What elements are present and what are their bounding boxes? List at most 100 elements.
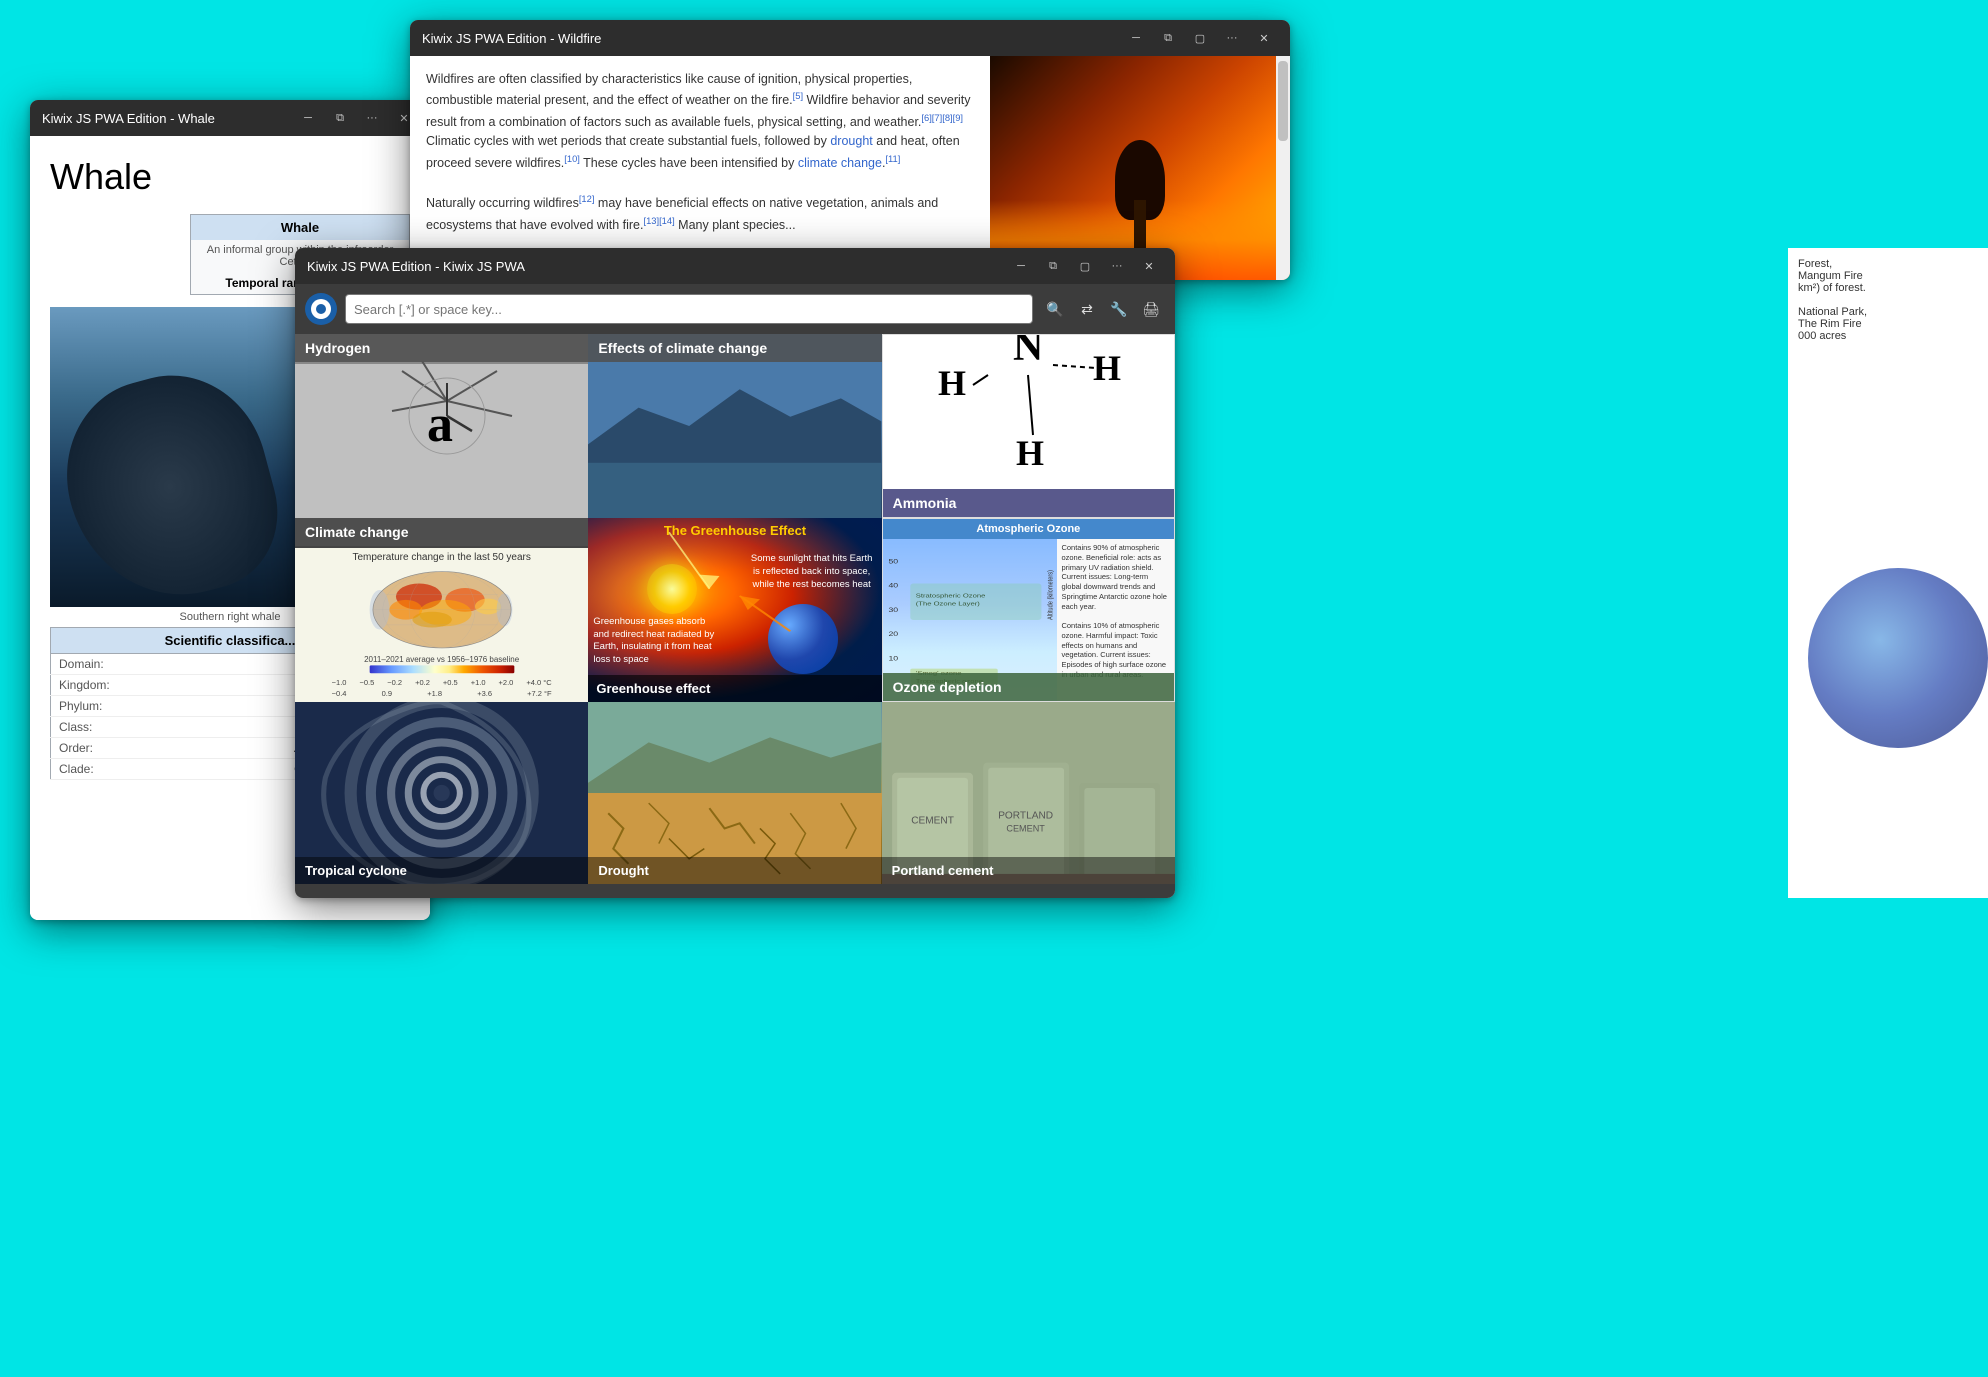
wildfire-scrollbar[interactable] xyxy=(1276,56,1290,280)
grid-item-effects-climate[interactable]: Effects of climate change xyxy=(588,334,881,518)
wildfire-content: Wildfires are often classified by charac… xyxy=(410,56,1290,280)
heatmap-title: Temperature change in the last 50 years xyxy=(352,552,530,563)
kiwix-maximize-button[interactable]: ▢ xyxy=(1071,252,1099,280)
classification-phylum-label: Phylum: xyxy=(51,696,287,717)
scale-f-5: +7.2 °F xyxy=(527,689,551,698)
wildfire-close-button[interactable]: ✕ xyxy=(1250,24,1278,52)
bond-bottom xyxy=(1028,375,1033,435)
grid-item-climate-change[interactable]: Climate change Temperature change in the… xyxy=(295,518,588,702)
kiwix-toolbar: 🔍 ⇄ 🔧 🖨 xyxy=(295,284,1175,334)
wildfire-options-button[interactable]: ··· xyxy=(1218,24,1246,52)
scale-f-4: +3.6 xyxy=(477,689,492,698)
kiwix-restore-button[interactable]: ⧉ xyxy=(1039,252,1067,280)
kiwix-minimize-button[interactable]: ─ xyxy=(1007,252,1035,280)
ammonia-label: Ammonia xyxy=(883,489,1174,517)
whale-options-button[interactable]: ··· xyxy=(358,104,386,132)
kiwix-options-button[interactable]: ··· xyxy=(1103,252,1131,280)
classification-class-label: Class: xyxy=(51,717,287,738)
classification-order-label: Order: xyxy=(51,738,287,759)
alt-10: 10 xyxy=(888,655,898,663)
wildfire-restore-button[interactable]: ⧉ xyxy=(1154,24,1182,52)
scale-c-minus02: −0.2 xyxy=(387,678,402,687)
random-icon[interactable]: ⇄ xyxy=(1073,295,1101,323)
heatmap-subtitle: 2011–2021 average vs 1956–1976 baseline xyxy=(364,655,519,664)
wildfire-titlebar: Kiwix JS PWA Edition - Wildfire ─ ⧉ ▢ ··… xyxy=(410,20,1290,56)
print-icon[interactable]: 🖨 xyxy=(1137,295,1165,323)
kiwix-window-title: Kiwix JS PWA Edition - Kiwix JS PWA xyxy=(307,259,999,274)
wildfire-paragraph-2: Naturally occurring wildfires[12] may ha… xyxy=(426,192,974,235)
wildfire-scrollbar-thumb[interactable] xyxy=(1278,61,1288,141)
heatmap-svg xyxy=(327,567,557,653)
scroll-top-button[interactable]: ↑ xyxy=(1075,889,1115,898)
whale-minimize-button[interactable]: ─ xyxy=(294,104,322,132)
ref-5: [5] xyxy=(793,91,803,101)
ozone-diagram-title: Atmospheric Ozone xyxy=(883,519,1174,539)
wildfire-window-title: Kiwix JS PWA Edition - Wildfire xyxy=(422,31,1114,46)
grid-item-drought[interactable]: Drought xyxy=(588,702,881,884)
wildfire-maximize-button[interactable]: ▢ xyxy=(1186,24,1214,52)
ref-6789: [6][7][8][9] xyxy=(921,113,963,123)
wildfire-tree xyxy=(1110,140,1170,260)
wildfire-titlebar-controls: ─ ⧉ ▢ ··· ✕ xyxy=(1122,24,1278,52)
scale-c-plus1: +1.0 xyxy=(471,678,486,687)
kiwix-logo xyxy=(305,293,337,325)
ozone-label: Ozone depletion xyxy=(883,673,1174,701)
portland-cement-label: Portland cement xyxy=(882,857,1175,884)
whale-titlebar: Kiwix JS PWA Edition - Whale ─ ⧉ ··· ✕ xyxy=(30,100,430,136)
right-partial-content: Forest, Mangum Fire km²) of forest. Nati… xyxy=(1788,248,1988,898)
ammonia-svg: N H H H xyxy=(908,334,1148,480)
settings-icon[interactable]: 🔧 xyxy=(1105,295,1133,323)
scale-c-plus4: +4.0 °C xyxy=(526,678,551,687)
search-input[interactable] xyxy=(345,294,1033,324)
partial-text-mangum: Mangum Fire xyxy=(1798,270,1978,282)
zoom-out-button[interactable]: 🔍 xyxy=(835,889,875,898)
heatmap-scale-svg xyxy=(327,664,557,678)
greenhouse-title: The Greenhouse Effect xyxy=(593,523,876,538)
scale-c-plus05: +0.5 xyxy=(443,678,458,687)
partial-globe-image xyxy=(1808,568,1988,748)
search-icon[interactable]: 🔍 xyxy=(1041,295,1069,323)
kiwix-toolbar-icons: 🔍 ⇄ 🔧 🖨 xyxy=(1041,295,1165,323)
kiwix-close-button[interactable]: ✕ xyxy=(1135,252,1163,280)
grid-item-hydrogen[interactable]: Hydrogen a xyxy=(295,334,588,518)
whale-titlebar-controls: ─ ⧉ ··· ✕ xyxy=(294,104,418,132)
hydrogen-svg: a xyxy=(342,361,542,518)
home-button[interactable]: ⌂ xyxy=(355,889,395,898)
drought-link[interactable]: drought xyxy=(830,134,872,148)
whale-article-title: Whale xyxy=(50,156,410,198)
kiwix-main-window: Kiwix JS PWA Edition - Kiwix JS PWA ─ ⧉ … xyxy=(295,248,1175,898)
bag-text-2: PORTLAND xyxy=(998,810,1053,821)
classification-kingdom-label: Kingdom: xyxy=(51,675,287,696)
climate-change-link[interactable]: climate change xyxy=(798,156,882,170)
scale-c-minus05: −0.5 xyxy=(359,678,374,687)
climate-label-bar: Climate change xyxy=(295,518,588,546)
partial-text-forest: Forest, xyxy=(1798,258,1978,270)
whale-infobox-header: Whale xyxy=(191,215,409,240)
grid-item-ozone[interactable]: Atmospheric Ozone 50 40 30 20 10 Altitud… xyxy=(882,518,1175,702)
hydrogen-line-5 xyxy=(422,361,447,401)
grid-item-tropical-cyclone[interactable]: Tropical cyclone xyxy=(295,702,588,884)
kiwix-grid: Hydrogen a xyxy=(295,334,1175,884)
wildfire-window: Kiwix JS PWA Edition - Wildfire ─ ⧉ ▢ ··… xyxy=(410,20,1290,280)
effects-climate-label: Effects of climate change xyxy=(588,334,881,362)
partial-text-rim: The Rim Fire xyxy=(1798,318,1978,330)
back-button[interactable]: ← xyxy=(475,889,515,898)
hydrogen-line-2 xyxy=(447,371,497,401)
zoom-in-button[interactable]: 🔍 xyxy=(955,889,995,898)
climate-label-text: Climate change xyxy=(305,524,408,540)
grid-item-greenhouse[interactable]: The Greenhouse Effect Some sunlight that… xyxy=(588,518,881,702)
grid-item-portland-cement[interactable]: CEMENT PORTLAND CEMENT Portland cement xyxy=(882,702,1175,884)
whale-body-shape xyxy=(50,355,295,607)
right-partial-text: Forest, Mangum Fire km²) of forest. Nati… xyxy=(1788,248,1988,352)
hydrogen-diagram: a xyxy=(295,364,588,518)
wildfire-minimize-button[interactable]: ─ xyxy=(1122,24,1150,52)
whale-restore-button[interactable]: ⧉ xyxy=(326,104,354,132)
greenhouse-body-text-1: Some sunlight that hits Earth is reflect… xyxy=(747,553,877,591)
scale-c-plus02: +0.2 xyxy=(415,678,430,687)
heatmap-container: Temperature change in the last 50 years xyxy=(295,548,588,702)
bag-text-1: CEMENT xyxy=(911,815,954,826)
grid-item-ammonia[interactable]: N H H H Ammonia xyxy=(882,334,1175,518)
kiwix-logo-inner xyxy=(311,299,331,319)
forward-button[interactable]: → xyxy=(595,889,635,898)
ref-10: [10] xyxy=(564,154,580,164)
